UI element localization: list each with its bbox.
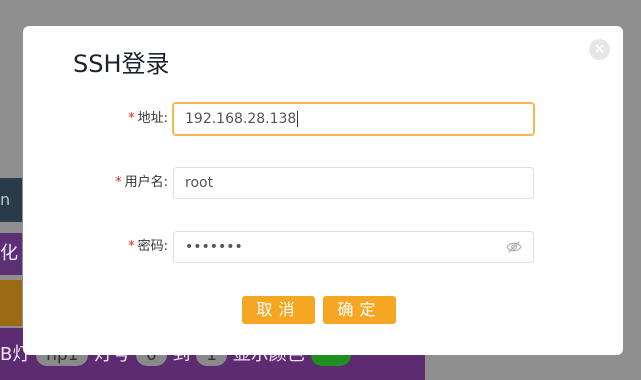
address-input[interactable]: 192.168.28.138 <box>172 102 535 136</box>
confirm-button[interactable]: 确定 <box>323 296 396 324</box>
required-mark: * <box>115 175 122 190</box>
text-caret <box>297 111 299 127</box>
password-input[interactable]: ••••••• <box>173 231 534 263</box>
password-value: ••••••• <box>185 239 243 255</box>
dialog-title: SSH登录 <box>73 50 170 78</box>
address-label: * 地址: <box>128 103 168 135</box>
close-button[interactable]: × <box>589 39 610 60</box>
eye-off-icon[interactable] <box>506 240 522 254</box>
password-label: * 密码: <box>128 231 168 263</box>
required-mark: * <box>128 111 135 126</box>
address-label-text: 地址: <box>137 111 168 126</box>
username-input[interactable]: root <box>173 167 534 199</box>
required-mark: * <box>128 239 135 254</box>
background-block-dark: n三 <box>0 178 22 222</box>
close-icon: × <box>593 41 606 57</box>
username-row: * 用户名: root <box>23 167 623 199</box>
username-label: * 用户名: <box>115 167 168 199</box>
address-row: * 地址: 192.168.28.138 <box>23 102 623 136</box>
background-text: n三 <box>0 190 11 209</box>
ssh-login-dialog: SSH登录 × * 地址: 192.168.28.138 * 用户名: root *… <box>23 26 623 355</box>
address-value: 192.168.28.138 <box>185 111 297 127</box>
username-value: root <box>185 175 214 191</box>
cancel-button[interactable]: 取消 <box>242 296 315 324</box>
username-label-text: 用户名: <box>124 175 168 190</box>
background-text: 化 <box>0 243 18 264</box>
password-row: * 密码: ••••••• <box>23 231 623 263</box>
background-block-orange <box>0 280 22 326</box>
background-block-purple: 化 <box>0 233 22 275</box>
password-label-text: 密码: <box>137 239 168 254</box>
